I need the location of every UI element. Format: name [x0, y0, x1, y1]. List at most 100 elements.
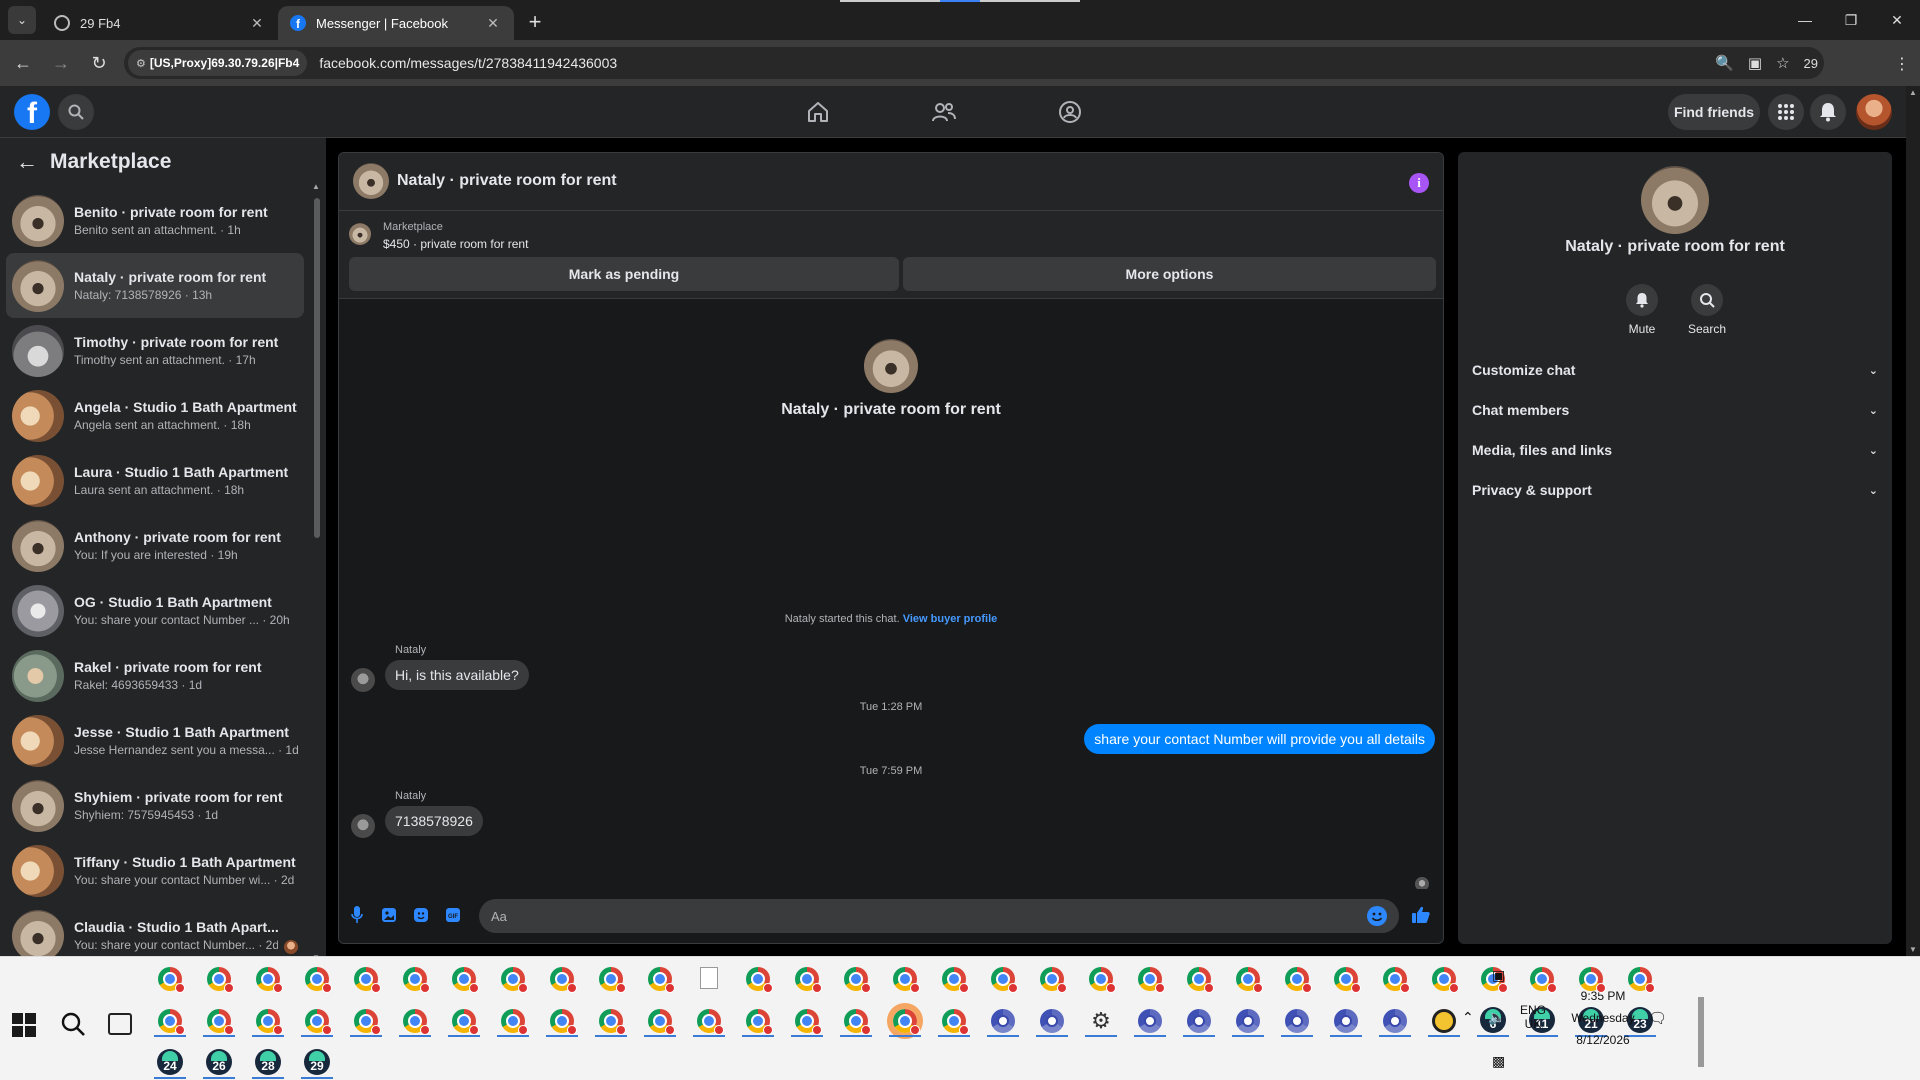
- chrome-window-icon[interactable]: [501, 1009, 528, 1035]
- sidebar-scrollbar[interactable]: ▲ ▼: [312, 182, 322, 962]
- numbered-window-icon[interactable]: 28: [255, 1049, 281, 1075]
- privacy-support-section[interactable]: Privacy & support ⌄: [1472, 474, 1878, 506]
- chromium-window-icon[interactable]: [1334, 1009, 1358, 1033]
- page-scrollbar[interactable]: ▲ ▼: [1906, 86, 1920, 956]
- contact-avatar[interactable]: [1641, 166, 1709, 234]
- groups-icon[interactable]: [1052, 94, 1088, 130]
- chrome-window-icon[interactable]: [501, 967, 528, 993]
- conversation-item[interactable]: Angela · Studio 1 Bath Apartment Angela s…: [6, 383, 304, 448]
- conversation-item[interactable]: Rakel · private room for rent Rakel: 4693…: [6, 643, 304, 708]
- address-bar[interactable]: ⚙ [US,Proxy]69.30.79.26|Fb4 facebook.com…: [124, 47, 1824, 79]
- find-friends-button[interactable]: Find friends: [1668, 94, 1760, 130]
- chrome-window-icon[interactable]: [207, 1009, 234, 1035]
- facebook-logo-icon[interactable]: f: [14, 94, 50, 130]
- sticker-icon[interactable]: [411, 905, 431, 925]
- outgoing-message[interactable]: share your contact Number will provide y…: [1084, 724, 1435, 754]
- chrome-window-icon[interactable]: [697, 1009, 724, 1035]
- incoming-message[interactable]: 7138578926: [385, 806, 483, 836]
- browser-tab-29-fb4[interactable]: 29 Fb4 ✕: [42, 6, 278, 40]
- clock[interactable]: 9:35 PM Wednesday 8/12/2026: [1566, 989, 1640, 1047]
- chromium-window-icon[interactable]: [1285, 1009, 1309, 1033]
- contact-avatar[interactable]: [864, 339, 918, 393]
- chrome-window-icon[interactable]: [991, 967, 1018, 993]
- chrome-window-icon[interactable]: [795, 1009, 822, 1035]
- conversation-item[interactable]: Jesse · Studio 1 Bath Apartment Jesse Her…: [6, 708, 304, 773]
- chrome-window-icon[interactable]: [452, 967, 479, 993]
- chrome-window-icon[interactable]: [158, 1009, 185, 1035]
- chromium-window-icon[interactable]: [1138, 1009, 1162, 1033]
- like-thumbs-up-icon[interactable]: [1409, 905, 1433, 925]
- file-icon[interactable]: [700, 967, 718, 989]
- reload-icon[interactable]: ↻: [84, 48, 114, 78]
- chrome-window-icon[interactable]: [403, 1009, 430, 1035]
- chrome-window-icon[interactable]: [844, 967, 871, 993]
- minimize-icon[interactable]: —: [1782, 0, 1828, 40]
- more-options-button[interactable]: More options: [903, 257, 1436, 291]
- restore-icon[interactable]: ❐: [1828, 0, 1874, 40]
- listing-thumbnail[interactable]: [349, 223, 371, 245]
- chromium-window-icon[interactable]: [1383, 1009, 1407, 1033]
- customize-chat-section[interactable]: Customize chat ⌄: [1472, 354, 1878, 386]
- desktop-icon[interactable]: ▩: [1492, 1053, 1505, 1070]
- numbered-window-icon[interactable]: 26: [206, 1049, 232, 1075]
- meet-now-icon[interactable]: ▣: [1492, 967, 1505, 984]
- home-icon[interactable]: [800, 94, 836, 130]
- chrome-window-icon[interactable]: [1334, 967, 1361, 993]
- info-icon[interactable]: i: [1409, 173, 1429, 193]
- conversation-item[interactable]: Anthony · private room for rent You: If y…: [6, 513, 304, 578]
- chromium-window-icon[interactable]: [1040, 1009, 1064, 1033]
- conversation-item-active[interactable]: Nataly · private room for rent Nataly: 71…: [6, 253, 304, 318]
- browser-tab-messenger[interactable]: f Messenger | Facebook ✕: [278, 6, 514, 40]
- numbered-window-icon[interactable]: 29: [304, 1049, 330, 1075]
- close-tab-icon[interactable]: ✕: [248, 15, 266, 32]
- chrome-window-icon[interactable]: [354, 1009, 381, 1035]
- chrome-window-icon[interactable]: [1383, 967, 1410, 993]
- chrome-window-icon[interactable]: [599, 1009, 626, 1035]
- chrome-window-icon[interactable]: [893, 967, 920, 993]
- notification-center-icon[interactable]: 🗨: [1648, 1009, 1667, 1027]
- taskbar-search-icon[interactable]: [60, 1011, 86, 1037]
- search-action[interactable]: Search: [1677, 284, 1737, 336]
- settings-gear-icon[interactable]: ⚙: [1089, 1008, 1113, 1033]
- close-tab-icon[interactable]: ✕: [484, 15, 502, 32]
- sender-avatar[interactable]: [351, 814, 375, 838]
- chrome-window-icon[interactable]: [887, 1003, 923, 1039]
- chrome-window-icon[interactable]: [795, 967, 822, 993]
- chrome-window-icon[interactable]: [648, 967, 675, 993]
- chrome-window-icon[interactable]: [207, 967, 234, 993]
- microphone-icon[interactable]: [347, 905, 367, 925]
- install-app-icon[interactable]: ▣: [1748, 54, 1762, 72]
- back-arrow-icon[interactable]: ←: [16, 149, 38, 175]
- chat-avatar[interactable]: [353, 163, 389, 199]
- gif-icon[interactable]: GIF: [443, 905, 463, 925]
- chrome-window-icon[interactable]: [550, 967, 577, 993]
- menu-grid-icon[interactable]: [1768, 94, 1804, 130]
- show-hidden-icons-chevron-icon[interactable]: ⌃: [1462, 1009, 1474, 1026]
- chrome-window-icon[interactable]: [844, 1009, 871, 1035]
- zoom-icon[interactable]: 🔍: [1715, 54, 1734, 72]
- chrome-window-icon[interactable]: [599, 967, 626, 993]
- site-info-chip[interactable]: ⚙ [US,Proxy]69.30.79.26|Fb4: [128, 50, 308, 76]
- chrome-window-icon[interactable]: [1285, 967, 1312, 993]
- forward-arrow-icon[interactable]: →: [46, 48, 76, 78]
- chat-title[interactable]: Nataly · private room for rent: [397, 172, 617, 190]
- friends-icon[interactable]: [926, 94, 962, 130]
- chromium-window-icon[interactable]: [991, 1009, 1015, 1033]
- search-icon[interactable]: [1691, 284, 1723, 316]
- chrome-window-icon[interactable]: [942, 1009, 969, 1035]
- chrome-window-icon[interactable]: [746, 1009, 773, 1035]
- new-tab-button[interactable]: +: [520, 7, 550, 37]
- chrome-window-icon[interactable]: [942, 967, 969, 993]
- chrome-window-icon[interactable]: [1432, 967, 1459, 993]
- close-window-icon[interactable]: ✕: [1874, 0, 1920, 40]
- scroll-down-icon[interactable]: ▼: [1909, 945, 1917, 954]
- conversation-item[interactable]: OG · Studio 1 Bath Apartment You: share y…: [6, 578, 304, 643]
- back-arrow-icon[interactable]: ←: [8, 48, 38, 78]
- chrome-window-icon[interactable]: [403, 967, 430, 993]
- sender-avatar[interactable]: [351, 668, 375, 692]
- url-text[interactable]: facebook.com/messages/t/2783841194243600…: [319, 55, 617, 71]
- conversation-item[interactable]: Laura · Studio 1 Bath Apartment Laura sen…: [6, 448, 304, 513]
- bookmark-star-icon[interactable]: ☆: [1776, 54, 1789, 72]
- media-files-links-section[interactable]: Media, files and links ⌄: [1472, 434, 1878, 466]
- notifications-bell-icon[interactable]: [1810, 94, 1846, 130]
